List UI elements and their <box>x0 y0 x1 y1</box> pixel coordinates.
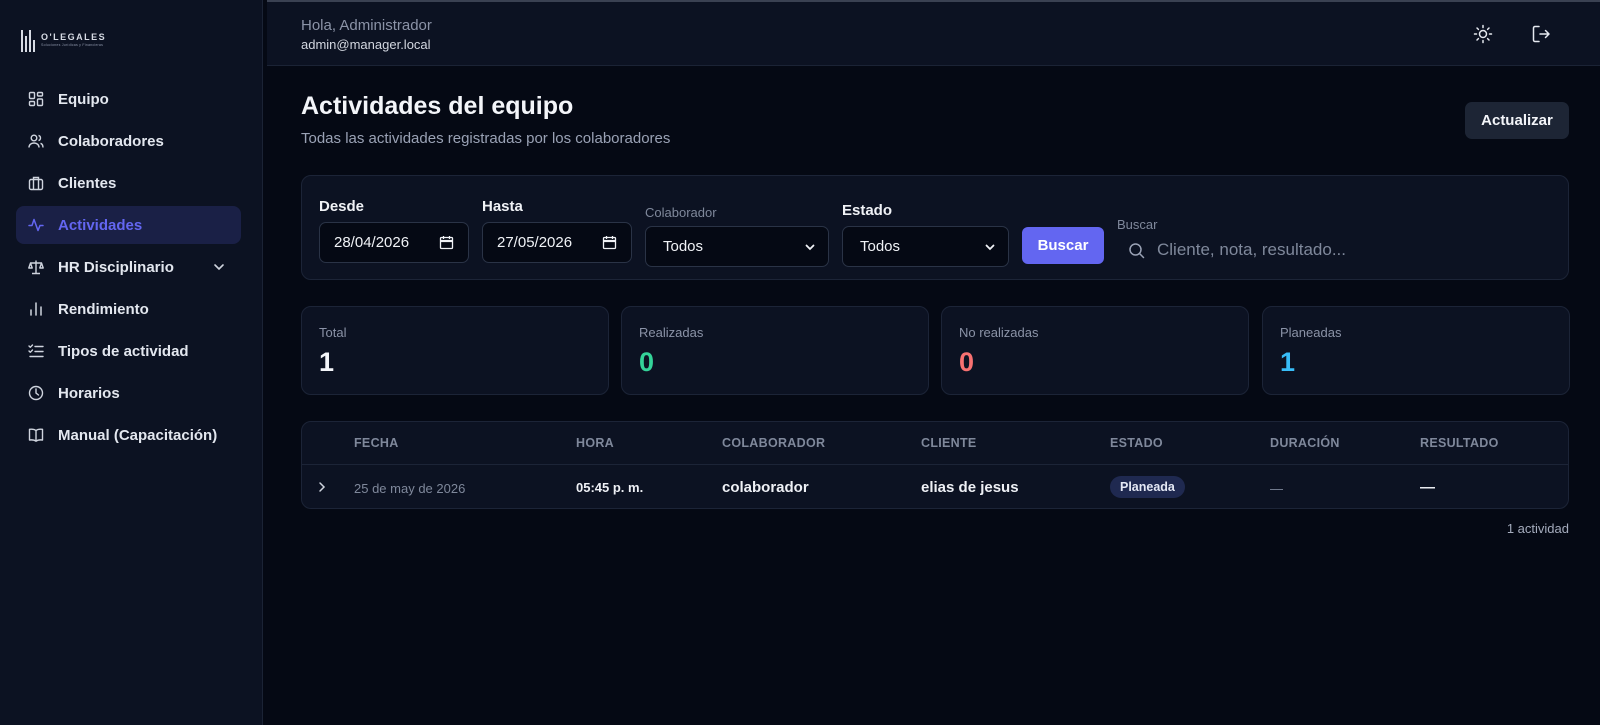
refresh-button[interactable]: Actualizar <box>1465 102 1569 139</box>
stat-card-no-realizadas: No realizadas 0 <box>941 306 1249 395</box>
stat-card-total: Total 1 <box>301 306 609 395</box>
search-button[interactable]: Buscar <box>1022 227 1104 264</box>
briefcase-icon <box>28 175 44 191</box>
search-input[interactable] <box>1157 240 1537 260</box>
status-label: Estado <box>842 202 893 219</box>
page-title: Actividades del equipo <box>301 92 574 120</box>
column-header[interactable]: ESTADO <box>1110 436 1163 450</box>
status-badge: Planeada <box>1110 476 1185 498</box>
sidebar-item-manual[interactable]: Manual (Capacitación) <box>16 416 241 454</box>
search-icon <box>1129 242 1145 258</box>
calendar-icon[interactable] <box>439 235 454 250</box>
page-subtitle: Todas las actividades registradas por lo… <box>301 130 671 147</box>
greeting-text: Hola, Administrador <box>301 17 432 34</box>
collaborator-select[interactable]: Todos <box>645 226 829 267</box>
top-header: Hola, Administrador admin@manager.local <box>267 0 1600 66</box>
logout-button[interactable] <box>1528 21 1554 47</box>
sidebar-item-hr-disciplinario[interactable]: HR Disciplinario <box>16 248 241 286</box>
column-header[interactable]: HORA <box>576 436 614 450</box>
activities-table: FECHA HORA COLABORADOR CLIENTE ESTADO DU… <box>301 421 1569 509</box>
sidebar-item-label: Rendimiento <box>58 300 149 318</box>
sidebar-item-label: Colaboradores <box>58 132 164 150</box>
sun-icon <box>1473 24 1493 44</box>
book-icon <box>28 427 44 443</box>
brand-name: O'LEGALES <box>41 31 107 42</box>
status-select[interactable]: Todos <box>842 226 1009 267</box>
column-header[interactable]: CLIENTE <box>921 436 977 450</box>
calendar-icon[interactable] <box>602 235 617 250</box>
activity-icon <box>28 217 44 233</box>
stat-value: 1 <box>319 347 335 377</box>
brand-logo[interactable]: O'LEGALES Soluciones Jurídicas y Financi… <box>21 27 106 53</box>
to-date-value: 27/05/2026 <box>497 234 573 251</box>
logout-icon <box>1532 25 1550 43</box>
chevron-down-icon <box>985 244 995 251</box>
stat-card-planeadas: Planeadas 1 <box>1262 306 1570 395</box>
list-checks-icon <box>28 343 44 359</box>
dashboard-icon <box>28 91 44 107</box>
table-header: FECHA HORA COLABORADOR CLIENTE ESTADO DU… <box>302 422 1568 465</box>
cell-hora: 05:45 p. m. <box>576 480 644 495</box>
to-date-label: Hasta <box>482 198 523 215</box>
sidebar-item-label: Manual (Capacitación) <box>58 426 218 444</box>
column-header[interactable]: RESULTADO <box>1420 436 1499 450</box>
sidebar-item-colaboradores[interactable]: Colaboradores <box>16 122 241 160</box>
sidebar-item-label: Equipo <box>58 90 109 108</box>
sidebar-item-clientes[interactable]: Clientes <box>16 164 241 202</box>
stat-label: Realizadas <box>639 325 704 340</box>
sidebar-item-label: Actividades <box>58 216 143 234</box>
sidebar-item-label: HR Disciplinario <box>58 258 174 276</box>
sidebar-item-label: Tipos de actividad <box>58 342 189 360</box>
cell-resultado: — <box>1420 479 1435 496</box>
brand-tagline: Soluciones Jurídicas y Financieras <box>41 42 104 47</box>
sidebar-item-label: Clientes <box>58 174 117 192</box>
sidebar-item-label: Horarios <box>58 384 120 402</box>
column-header[interactable]: DURACIÓN <box>1270 436 1340 450</box>
cell-cliente: elias de jesus <box>921 479 1019 496</box>
to-date-input[interactable]: 27/05/2026 <box>482 222 632 263</box>
user-email: admin@manager.local <box>301 37 431 52</box>
logo-mark-icon <box>21 28 35 52</box>
stat-value: 1 <box>1280 347 1296 377</box>
stat-label: Total <box>319 325 347 340</box>
sidebar-item-rendimiento[interactable]: Rendimiento <box>16 290 241 328</box>
chevron-down-icon <box>805 244 815 251</box>
column-header[interactable]: FECHA <box>354 436 399 450</box>
search-field[interactable] <box>1118 234 1548 266</box>
scale-icon <box>28 259 44 275</box>
chevron-right-icon[interactable] <box>315 480 329 494</box>
from-date-value: 28/04/2026 <box>334 234 410 251</box>
users-icon <box>28 133 44 149</box>
sidebar-item-actividades[interactable]: Actividades <box>16 206 241 244</box>
activity-count: 1 actividad <box>1506 521 1569 536</box>
sidebar-item-equipo[interactable]: Equipo <box>16 80 241 118</box>
sidebar-nav: Equipo Colaboradores Clientes Actividade… <box>16 80 241 458</box>
stat-label: Planeadas <box>1280 325 1342 340</box>
theme-toggle-button[interactable] <box>1470 21 1496 47</box>
stat-value: 0 <box>959 347 975 377</box>
table-row[interactable]: 25 de may de 2026 05:45 p. m. colaborado… <box>302 466 1568 508</box>
from-date-input[interactable]: 28/04/2026 <box>319 222 469 263</box>
filters-panel: Desde 28/04/2026 Hasta 27/05/2026 Colabo… <box>301 175 1569 280</box>
cell-fecha: 25 de may de 2026 <box>354 481 466 496</box>
status-value: Todos <box>860 238 901 255</box>
from-date-label: Desde <box>319 198 365 215</box>
collaborator-value: Todos <box>663 238 704 255</box>
stat-value: 0 <box>639 347 655 377</box>
stat-card-realizadas: Realizadas 0 <box>621 306 929 395</box>
bar-chart-icon <box>28 301 44 317</box>
stat-label: No realizadas <box>959 325 1039 340</box>
cell-duracion: — <box>1270 481 1283 496</box>
chevron-down-icon[interactable] <box>211 259 227 275</box>
sidebar-item-horarios[interactable]: Horarios <box>16 374 241 412</box>
sidebar: O'LEGALES Soluciones Jurídicas y Financi… <box>0 0 263 725</box>
search-label: Buscar <box>1117 217 1158 232</box>
cell-colaborador: colaborador <box>722 479 809 496</box>
sidebar-item-tipos-de-actividad[interactable]: Tipos de actividad <box>16 332 241 370</box>
clock-icon <box>28 385 44 401</box>
collaborator-label: Colaborador <box>645 205 717 220</box>
column-header[interactable]: COLABORADOR <box>722 436 825 450</box>
